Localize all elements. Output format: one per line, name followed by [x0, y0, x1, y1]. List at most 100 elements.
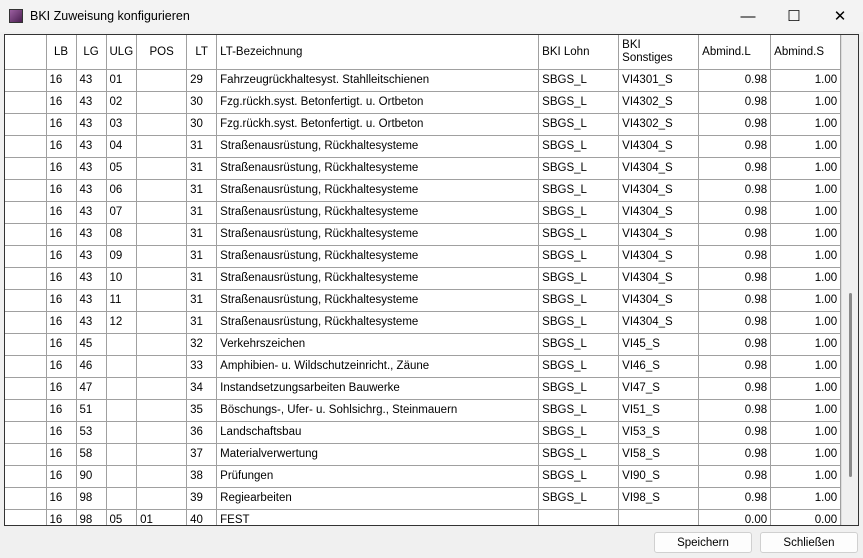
cell-bki-lohn[interactable]: SBGS_L — [538, 398, 620, 422]
cell-bki-lohn[interactable]: SBGS_L — [538, 178, 620, 202]
table-row[interactable]: 16 58 37 Materialverwertung SBGS_L VI58_S 0.98… — [5, 442, 842, 466]
row-selector[interactable] — [5, 244, 47, 268]
table-row[interactable]: 16 53 36 Landschaftsbau SBGS_L VI53_S 0.98 1.00 — [5, 420, 842, 444]
table-row[interactable]: 16 90 38 Prüfungen SBGS_L VI90_S 0.98 1.00 — [5, 464, 842, 488]
cell-lt[interactable]: 31 — [186, 134, 218, 158]
cell-lt-bezeichnung[interactable]: Straßenausrüstung, Rückhaltesysteme — [216, 288, 540, 312]
cell-bki-sonstiges[interactable]: VI90_S — [618, 464, 700, 488]
row-selector[interactable] — [5, 486, 47, 510]
cell-abmind-s[interactable]: 1.00 — [770, 112, 842, 136]
cell-pos[interactable] — [136, 156, 188, 180]
cell-pos[interactable]: 01 — [136, 508, 188, 525]
cell-abmind-l[interactable]: 0.98 — [698, 398, 772, 422]
cell-lb[interactable]: 16 — [45, 508, 77, 525]
cell-lt-bezeichnung[interactable]: Straßenausrüstung, Rückhaltesysteme — [216, 222, 540, 246]
cell-abmind-l[interactable]: 0.98 — [698, 442, 772, 466]
cell-lg[interactable]: 46 — [75, 354, 107, 378]
row-selector[interactable] — [5, 442, 47, 466]
row-selector[interactable] — [5, 178, 47, 202]
cell-bki-lohn[interactable]: SBGS_L — [538, 310, 620, 334]
cell-abmind-l[interactable]: 0.98 — [698, 266, 772, 290]
cell-lt[interactable]: 30 — [186, 112, 218, 136]
cell-lt[interactable]: 30 — [186, 90, 218, 114]
cell-lt[interactable]: 31 — [186, 288, 218, 312]
cell-lt-bezeichnung[interactable]: Straßenausrüstung, Rückhaltesysteme — [216, 178, 540, 202]
table-row[interactable]: 16 43 04 31 Straßenausrüstung, Rückhaltesyst… — [5, 134, 842, 158]
cell-lt-bezeichnung[interactable]: Landschaftsbau — [216, 420, 540, 444]
cell-bki-lohn[interactable]: SBGS_L — [538, 200, 620, 224]
cell-lt-bezeichnung[interactable]: Materialverwertung — [216, 442, 540, 466]
cell-bki-lohn[interactable]: SBGS_L — [538, 332, 620, 356]
cell-pos[interactable] — [136, 178, 188, 202]
cell-lb[interactable]: 16 — [45, 398, 77, 422]
cell-abmind-s[interactable]: 1.00 — [770, 332, 842, 356]
cell-abmind-s[interactable]: 1.00 — [770, 90, 842, 114]
cell-abmind-s[interactable]: 1.00 — [770, 200, 842, 224]
cell-bki-sonstiges[interactable]: VI98_S — [618, 486, 700, 510]
cell-bki-lohn[interactable]: SBGS_L — [538, 134, 620, 158]
cell-abmind-s[interactable]: 1.00 — [770, 420, 842, 444]
cell-lt-bezeichnung[interactable]: Fahrzeugrückhaltesyst. Stahlleitschienen — [216, 68, 540, 92]
cell-abmind-s[interactable]: 1.00 — [770, 244, 842, 268]
cell-abmind-l[interactable]: 0.98 — [698, 200, 772, 224]
cell-bki-sonstiges[interactable]: VI4304_S — [618, 288, 700, 312]
cell-lt-bezeichnung[interactable]: Straßenausrüstung, Rückhaltesysteme — [216, 310, 540, 334]
cell-bki-sonstiges[interactable]: VI4301_S — [618, 68, 700, 92]
cell-lb[interactable]: 16 — [45, 288, 77, 312]
cell-bki-sonstiges[interactable]: VI45_S — [618, 332, 700, 356]
cell-ulg[interactable]: 09 — [105, 244, 138, 268]
cell-lg[interactable]: 43 — [75, 266, 107, 290]
cell-lg[interactable]: 43 — [75, 200, 107, 224]
cell-bki-lohn[interactable]: SBGS_L — [538, 112, 620, 136]
cell-lg[interactable]: 43 — [75, 222, 107, 246]
cell-bki-lohn[interactable]: SBGS_L — [538, 156, 620, 180]
cell-lt[interactable]: 31 — [186, 200, 218, 224]
cell-ulg[interactable]: 03 — [105, 112, 138, 136]
cell-bki-sonstiges[interactable]: VI4304_S — [618, 134, 700, 158]
table-row[interactable]: 16 43 08 31 Straßenausrüstung, Rückhaltesyst… — [5, 222, 842, 246]
cell-lt[interactable]: 39 — [186, 486, 218, 510]
cell-bki-sonstiges[interactable]: VI4304_S — [618, 266, 700, 290]
cell-ulg[interactable]: 08 — [105, 222, 138, 246]
cell-abmind-l[interactable]: 0.98 — [698, 156, 772, 180]
row-selector[interactable] — [5, 222, 47, 246]
table-row[interactable]: 16 98 39 Regiearbeiten SBGS_L VI98_S 0.98 1.00 — [5, 486, 842, 510]
save-button[interactable]: Speichern — [654, 532, 752, 553]
cell-lt[interactable]: 31 — [186, 178, 218, 202]
column-header-bki-lohn[interactable]: BKI Lohn — [538, 35, 620, 70]
cell-pos[interactable] — [136, 244, 188, 268]
cell-pos[interactable] — [136, 420, 188, 444]
cell-bki-sonstiges[interactable]: VI4304_S — [618, 244, 700, 268]
cell-abmind-l[interactable]: 0.98 — [698, 420, 772, 444]
row-selector[interactable] — [5, 112, 47, 136]
table-row[interactable]: 16 51 35 Böschungs-, Ufer- u. Sohlsichrg., … — [5, 398, 842, 422]
cell-abmind-s[interactable]: 1.00 — [770, 310, 842, 334]
close-button[interactable]: Schließen — [760, 532, 858, 553]
cell-bki-sonstiges[interactable]: VI51_S — [618, 398, 700, 422]
cell-pos[interactable] — [136, 134, 188, 158]
cell-lt[interactable]: 31 — [186, 222, 218, 246]
cell-bki-lohn[interactable]: SBGS_L — [538, 288, 620, 312]
cell-ulg[interactable] — [105, 420, 138, 444]
cell-abmind-l[interactable]: 0.98 — [698, 112, 772, 136]
cell-abmind-s[interactable]: 1.00 — [770, 134, 842, 158]
row-selector[interactable] — [5, 420, 47, 444]
cell-lg[interactable]: 43 — [75, 90, 107, 114]
cell-abmind-s[interactable]: 1.00 — [770, 266, 842, 290]
cell-lb[interactable]: 16 — [45, 354, 77, 378]
cell-lb[interactable]: 16 — [45, 420, 77, 444]
cell-lb[interactable]: 16 — [45, 134, 77, 158]
column-header-lt[interactable]: LT — [186, 35, 218, 70]
cell-abmind-s[interactable]: 1.00 — [770, 288, 842, 312]
cell-abmind-l[interactable]: 0.98 — [698, 134, 772, 158]
cell-abmind-s[interactable]: 1.00 — [770, 376, 842, 400]
row-selector[interactable] — [5, 398, 47, 422]
cell-ulg[interactable] — [105, 376, 138, 400]
cell-bki-sonstiges[interactable]: VI53_S — [618, 420, 700, 444]
minimize-button[interactable]: — — [725, 0, 771, 32]
cell-pos[interactable] — [136, 376, 188, 400]
cell-abmind-s[interactable]: 1.00 — [770, 156, 842, 180]
column-header-lb[interactable]: LB — [45, 35, 77, 70]
cell-bki-sonstiges[interactable]: VI4302_S — [618, 112, 700, 136]
cell-bki-sonstiges[interactable]: VI4304_S — [618, 222, 700, 246]
